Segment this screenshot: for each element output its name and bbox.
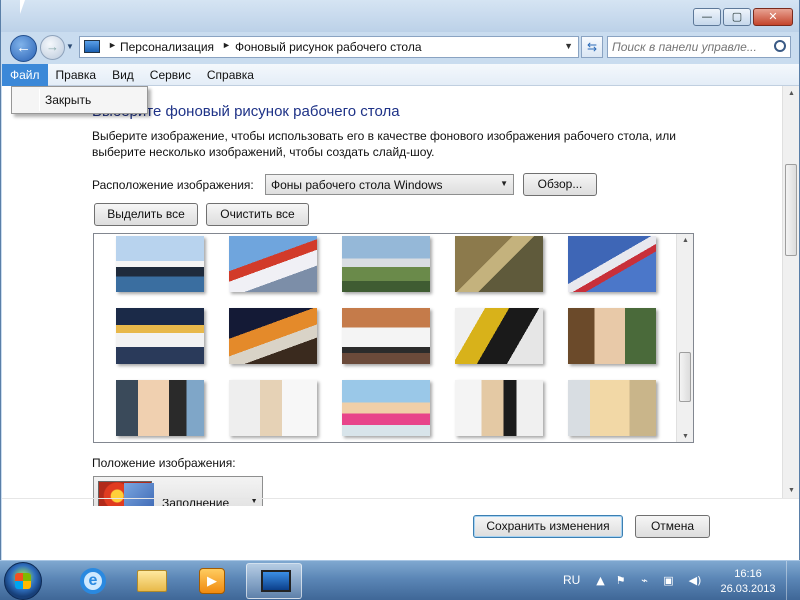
network-icon[interactable]: ▣ bbox=[662, 574, 675, 587]
picture-position-select[interactable]: Заполнение ▼ bbox=[93, 476, 263, 506]
motorcycle-thumbnail[interactable] bbox=[455, 308, 543, 364]
clock-time: 16:16 bbox=[734, 568, 762, 580]
gallery-scrollbar[interactable]: ▲ ▼ bbox=[676, 234, 693, 442]
menu-edit[interactable]: Правка bbox=[48, 64, 105, 86]
control-panel-icon bbox=[84, 40, 100, 53]
navigation-row: ← → ▼ ► Персонализация ► Фоновый рисунок… bbox=[1, 32, 799, 62]
helicopter-thumbnail[interactable] bbox=[229, 236, 317, 292]
scroll-up-icon[interactable]: ▲ bbox=[783, 90, 800, 97]
breadcrumb-personalization[interactable]: Персонализация bbox=[120, 40, 214, 54]
browse-button[interactable]: Обзор... bbox=[523, 173, 597, 196]
refresh-button[interactable]: ⇆ bbox=[581, 36, 603, 58]
recent-pages-button[interactable]: ▼ bbox=[66, 42, 74, 51]
menu-gutter bbox=[39, 89, 40, 111]
picture-position-label: Положение изображения: bbox=[92, 456, 236, 470]
scroll-down-icon[interactable]: ▼ bbox=[677, 433, 693, 440]
page-description: Выберите изображение, чтобы использовать… bbox=[92, 129, 676, 159]
show-hidden-icons-icon[interactable]: ▲ bbox=[594, 574, 607, 587]
internet-explorer-icon: e bbox=[80, 568, 106, 594]
page-scrollbar[interactable]: ▲ ▼ bbox=[782, 86, 799, 498]
gallery-scroll-thumb[interactable] bbox=[679, 352, 691, 402]
footer-divider bbox=[2, 498, 799, 499]
position-preview-overlay bbox=[124, 483, 154, 506]
scroll-down-icon[interactable]: ▼ bbox=[783, 487, 800, 494]
woman-camera-thumbnail[interactable] bbox=[116, 380, 204, 436]
search-box[interactable] bbox=[607, 36, 791, 58]
media-player-icon: ▶ bbox=[199, 568, 225, 594]
mouse-cursor-icon bbox=[20, 0, 25, 14]
show-desktop-button[interactable] bbox=[786, 561, 800, 600]
fighter-jet-thumbnail[interactable] bbox=[455, 236, 543, 292]
refresh-icon: ⇆ bbox=[586, 40, 598, 54]
forward-button[interactable]: → bbox=[40, 35, 65, 60]
close-button[interactable]: ✕ bbox=[753, 8, 793, 26]
woman-pink-thumbnail[interactable] bbox=[342, 380, 430, 436]
menu-item-close[interactable]: Закрыть bbox=[45, 93, 91, 107]
menu-file[interactable]: Файл bbox=[2, 64, 48, 86]
airliner-thumbnail[interactable] bbox=[116, 308, 204, 364]
windows-logo-icon bbox=[15, 573, 31, 589]
forward-arrow-icon: → bbox=[46, 39, 59, 54]
wallpaper-gallery[interactable]: ▲ ▼ bbox=[93, 233, 694, 443]
ship-thumbnail[interactable] bbox=[116, 236, 204, 292]
cargo-plane-thumbnail[interactable] bbox=[342, 236, 430, 292]
taskbar: e ▶ RU ▲ ⚑ ⌁ ▣ ◀) 16:16 26.03.2013 bbox=[0, 560, 800, 600]
maximize-button[interactable]: ▢ bbox=[723, 8, 751, 26]
close-icon: ✕ bbox=[768, 10, 778, 23]
address-bar[interactable]: ► Персонализация ► Фоновый рисунок рабоч… bbox=[79, 36, 579, 58]
chevron-down-icon: ▼ bbox=[500, 179, 508, 188]
caption-buttons: — ▢ ✕ bbox=[693, 8, 793, 26]
main-content: Выберите фоновый рисунок рабочего стола … bbox=[2, 86, 799, 560]
save-changes-button[interactable]: Сохранить изменения bbox=[473, 515, 623, 538]
scroll-up-icon[interactable]: ▲ bbox=[677, 237, 693, 244]
address-dropdown-icon[interactable]: ▼ bbox=[564, 41, 573, 51]
title-bar[interactable]: — ▢ ✕ bbox=[1, 0, 799, 32]
woman-hat-thumbnail[interactable] bbox=[568, 308, 656, 364]
back-arrow-icon: ← bbox=[16, 39, 31, 56]
aerobatic-jet-thumbnail[interactable] bbox=[568, 236, 656, 292]
breadcrumb-desktop-background[interactable]: Фоновый рисунок рабочего стола bbox=[235, 40, 422, 54]
action-center-icon[interactable]: ⚑ bbox=[614, 574, 627, 587]
woman-smile-thumbnail[interactable] bbox=[568, 380, 656, 436]
picture-location-select[interactable]: Фоны рабочего стола Windows ▼ bbox=[265, 174, 514, 195]
file-menu-dropdown: Закрыть bbox=[11, 86, 148, 114]
breadcrumb-separator-icon[interactable]: ► bbox=[222, 40, 231, 50]
search-icon[interactable] bbox=[774, 40, 786, 52]
display-icon bbox=[261, 570, 291, 592]
menu-help[interactable]: Справка bbox=[199, 64, 262, 86]
taskbar-control-panel[interactable] bbox=[246, 563, 302, 599]
menu-bar: Файл Правка Вид Сервис Справка bbox=[2, 64, 799, 86]
back-button[interactable]: ← bbox=[10, 35, 37, 62]
clock[interactable]: 16:16 26.03.2013 bbox=[716, 567, 780, 597]
business-jet-thumbnail[interactable] bbox=[229, 308, 317, 364]
breadcrumb-separator-icon[interactable]: ► bbox=[108, 40, 117, 50]
minimize-icon: — bbox=[701, 10, 713, 23]
minimize-button[interactable]: — bbox=[693, 8, 721, 26]
folder-icon bbox=[137, 570, 167, 592]
clear-all-button[interactable]: Очистить все bbox=[206, 203, 309, 226]
maximize-icon: ▢ bbox=[731, 10, 743, 23]
clock-date: 26.03.2013 bbox=[720, 583, 776, 595]
taskbar-explorer[interactable] bbox=[122, 563, 178, 599]
language-indicator[interactable]: RU bbox=[563, 573, 580, 587]
control-panel-window: — ▢ ✕ ← → ▼ ► Персонализация ► Фоновый р… bbox=[0, 0, 800, 560]
woman-dress-thumbnail[interactable] bbox=[229, 380, 317, 436]
menu-tools[interactable]: Сервис bbox=[142, 64, 199, 86]
suv-thumbnail[interactable] bbox=[342, 308, 430, 364]
woman-black-thumbnail[interactable] bbox=[455, 380, 543, 436]
picture-location-value: Фоны рабочего стола Windows bbox=[271, 178, 443, 192]
page-scroll-thumb[interactable] bbox=[785, 164, 797, 256]
start-button[interactable] bbox=[4, 562, 42, 600]
power-icon[interactable]: ⌁ bbox=[638, 574, 651, 587]
search-input[interactable] bbox=[612, 39, 768, 55]
select-all-button[interactable]: Выделить все bbox=[94, 203, 198, 226]
taskbar-internet-explorer[interactable]: e bbox=[62, 563, 118, 599]
picture-location-label: Расположение изображения: bbox=[92, 178, 254, 192]
cancel-button[interactable]: Отмена bbox=[635, 515, 710, 538]
menu-view[interactable]: Вид bbox=[104, 64, 142, 86]
taskbar-media-player[interactable]: ▶ bbox=[182, 563, 238, 599]
volume-icon[interactable]: ◀) bbox=[686, 574, 704, 587]
